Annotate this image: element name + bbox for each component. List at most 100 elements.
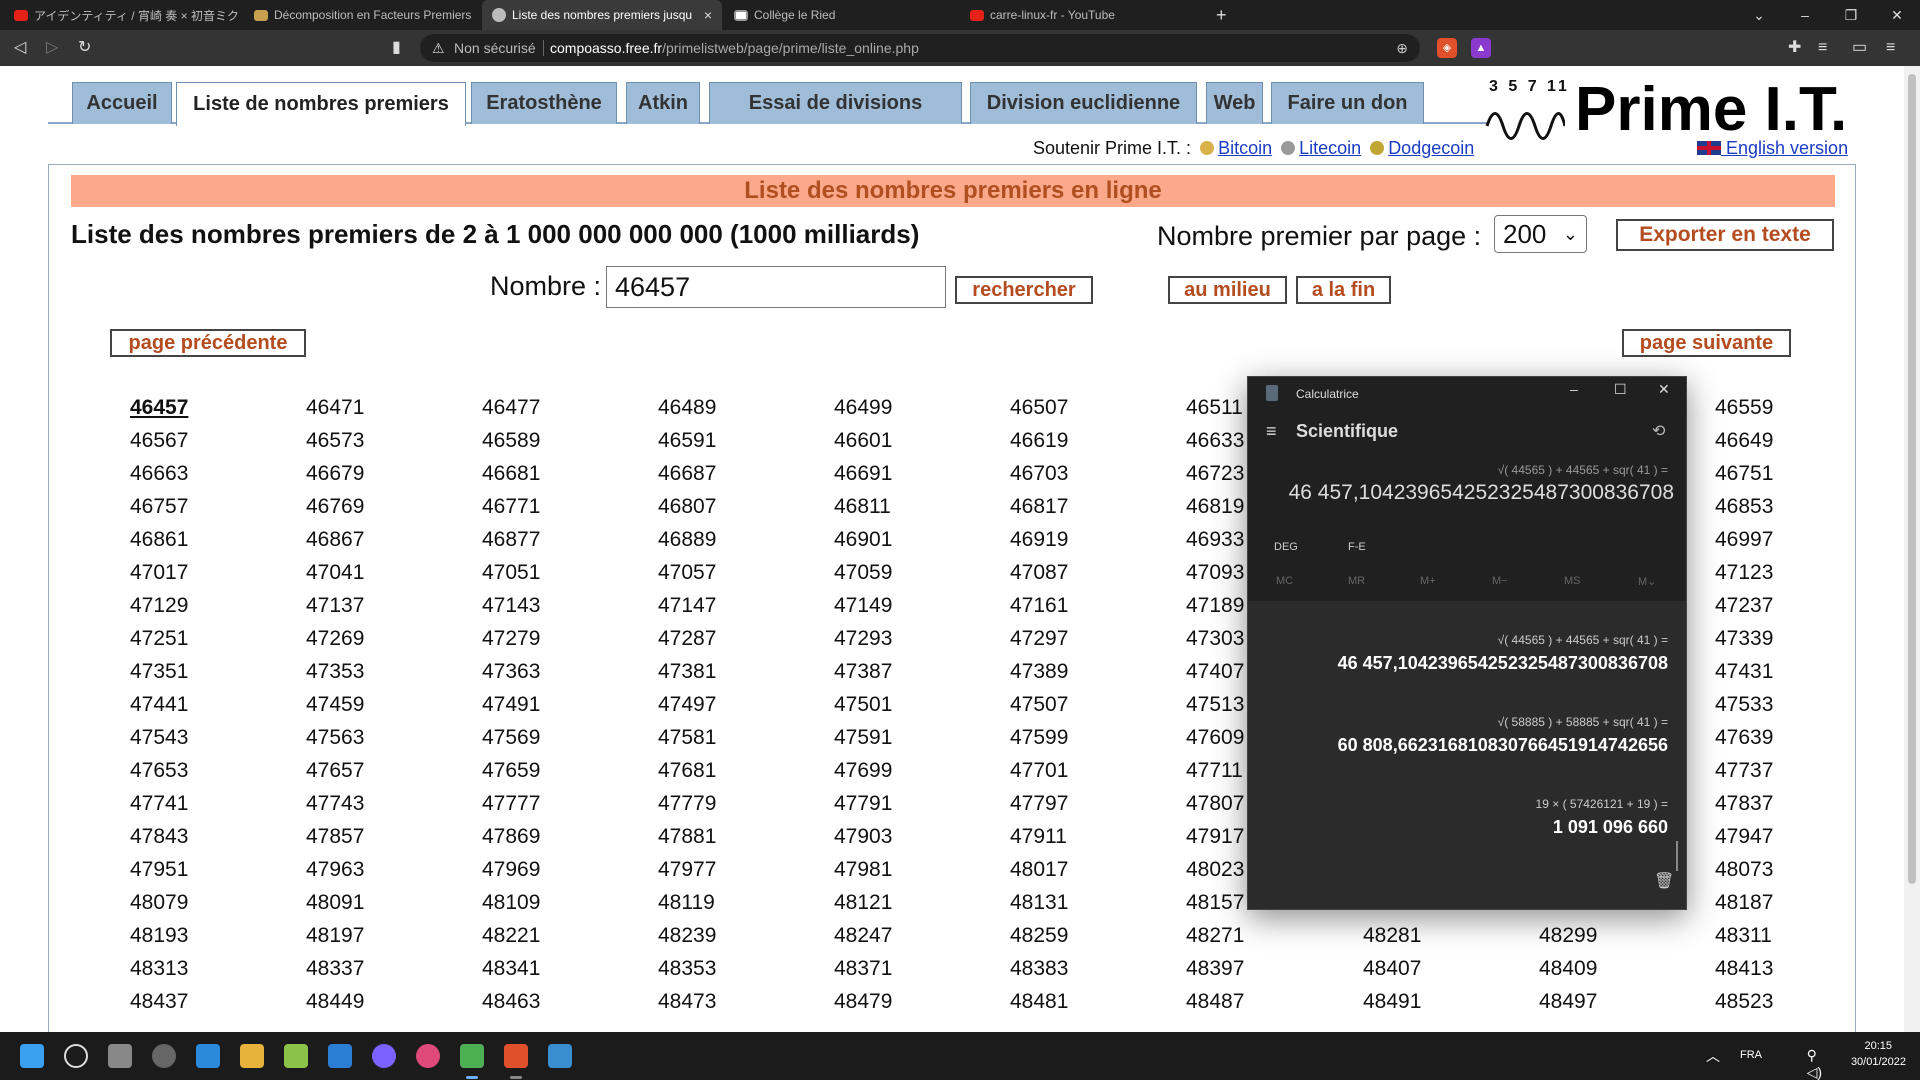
settings-icon[interactable] [152,1044,176,1068]
browser-tab[interactable]: Collège le Ried [724,0,956,30]
vscode-icon[interactable] [328,1044,352,1068]
prime-cell: 47837 [1715,792,1774,815]
tab-title: carre-linux-fr - YouTube [990,8,1115,22]
clock-date[interactable]: 30/01/2022 [1851,1056,1906,1068]
history-expression[interactable]: √( 44565 ) + 44565 + sqr( 41 ) = [1498,633,1668,647]
wallet-icon[interactable]: ▭ [1852,30,1867,66]
nav-tab-don[interactable]: Faire un don [1271,82,1424,124]
windows-start-icon[interactable] [20,1044,44,1068]
prime-cell: 48497 [1539,990,1598,1013]
trash-icon[interactable]: 🗑 [1654,871,1674,891]
store-icon[interactable] [196,1044,220,1068]
memory-store-button[interactable]: MS [1564,575,1581,587]
prime-cell: 46751 [1715,462,1774,485]
search-icon[interactable] [64,1044,88,1068]
scrollbar-thumb[interactable] [1908,74,1916,884]
reload-icon[interactable]: ↻ [78,30,91,66]
prime-cell: 48407 [1363,957,1422,980]
history-result[interactable]: 46 457,104239654252325487300836708 [1338,653,1668,674]
prime-cell: 46499 [834,396,893,419]
design-app-icon[interactable] [416,1044,440,1068]
nav-tab-eratosthene[interactable]: Eratosthène [471,82,617,124]
bookmark-icon[interactable]: ▮ [392,30,401,66]
angle-mode-button[interactable]: DEG [1274,541,1298,553]
tab-search-icon[interactable]: ⌄ [1736,0,1782,30]
previous-page-button[interactable]: page précédente [110,329,306,357]
number-input[interactable]: 46457 [606,266,946,308]
history-result[interactable]: 60 808,662316810830766451914742656 [1338,735,1668,756]
back-icon[interactable]: ◁ [14,30,26,66]
playlist-icon[interactable]: ≡ [1818,30,1827,66]
memory-clear-button[interactable]: MC [1276,575,1293,587]
photos-icon[interactable] [548,1044,572,1068]
nav-tab-atkin[interactable]: Atkin [626,82,700,124]
history-expression[interactable]: 19 × ( 57426121 + 19 ) = [1536,797,1668,811]
litecoin-link[interactable]: Litecoin [1299,138,1361,158]
restore-icon[interactable]: ❐ [1828,0,1874,30]
nav-tab-essai[interactable]: Essai de divisions [709,82,962,124]
dogecoin-link[interactable]: Dodgecoin [1388,138,1474,158]
task-view-icon[interactable] [108,1044,132,1068]
close-icon[interactable]: × [704,7,712,23]
window-controls: ⌄ – ❐ ✕ [1736,0,1920,30]
prime-cell: 46723 [1186,462,1245,485]
history-expression[interactable]: √( 58885 ) + 58885 + sqr( 41 ) = [1498,715,1668,729]
memory-subtract-button[interactable]: M− [1492,575,1508,587]
hamburger-icon[interactable]: ≡ [1266,421,1277,442]
globe-icon [492,8,506,22]
bitcoin-icon [1200,141,1215,155]
clock-time[interactable]: 20:15 [1864,1040,1892,1052]
prime-cell: 46867 [306,528,365,551]
forward-icon[interactable]: ▷ [46,30,58,66]
end-button[interactable]: a la fin [1296,276,1391,304]
address-bar[interactable]: ⚠ Non sécurisé compoasso.free.fr/primeli… [420,34,1420,62]
history-icon[interactable]: ⟲ [1652,421,1665,441]
bitcoin-link[interactable]: Bitcoin [1218,138,1272,158]
prime-cell: 47381 [658,660,717,683]
file-explorer-icon[interactable] [240,1044,264,1068]
extensions-icon[interactable]: ✚ [1788,30,1801,66]
memory-add-button[interactable]: M+ [1420,575,1436,587]
nav-tab-accueil[interactable]: Accueil [72,82,172,124]
fe-button[interactable]: F-E [1348,541,1366,553]
export-button[interactable]: Exporter en texte [1616,219,1834,251]
layers-app-icon[interactable] [284,1044,308,1068]
middle-button[interactable]: au milieu [1168,276,1287,304]
nav-tab-web[interactable]: Web [1206,82,1263,124]
next-page-button[interactable]: page suivante [1622,329,1791,357]
discord-icon[interactable] [372,1044,396,1068]
url-host: compoasso.free.fr [550,40,663,56]
menu-icon[interactable]: ≡ [1886,30,1895,66]
language-indicator[interactable]: FRA [1740,1049,1762,1061]
minimize-icon[interactable]: – [1570,381,1578,397]
wifi-volume-icon[interactable]: ⚲ ◁) [1807,1047,1822,1081]
close-icon[interactable]: ✕ [1658,381,1670,398]
new-tab-button[interactable]: + [1206,0,1236,30]
prime-cell: 47407 [1186,660,1245,683]
history-result[interactable]: 1 091 096 660 [1553,817,1668,838]
nav-tab-division[interactable]: Division euclidienne [970,82,1197,124]
brave-icon[interactable] [504,1044,528,1068]
brave-shield-icon[interactable]: ◈ [1437,38,1457,58]
minimize-icon[interactable]: – [1782,0,1828,30]
browser-tab[interactable]: アイデンティティ / 宵崎 奏 × 初音ミク [4,0,242,30]
browser-tab[interactable]: Décomposition en Facteurs Premiers [244,0,478,30]
english-version-link[interactable]: English version [1697,138,1848,159]
nav-tab-liste[interactable]: Liste de nombres premiers [176,82,466,126]
chevron-up-icon[interactable]: ︿ [1706,1046,1720,1066]
prime-cell: 47869 [482,825,541,848]
search-button[interactable]: rechercher [955,276,1093,304]
memory-recall-button[interactable]: MR [1348,575,1365,587]
zoom-icon[interactable]: ⊕ [1396,34,1408,62]
brave-rewards-icon[interactable]: ▲ [1471,38,1491,58]
history-scrollbar[interactable] [1676,841,1678,871]
browser-tab[interactable]: carre-linux-fr - YouTube [960,0,1200,30]
browser-tab-active[interactable]: Liste des nombres premiers jusqu × [482,0,722,30]
per-page-select[interactable]: 200 ⌄ [1494,215,1587,253]
prime-cell: 47497 [658,693,717,716]
memory-list-button[interactable]: M⌄ [1638,575,1656,588]
calculator-taskbar-icon[interactable] [460,1044,484,1068]
maximize-icon[interactable]: ☐ [1614,381,1627,398]
close-window-icon[interactable]: ✕ [1874,0,1920,30]
page-scrollbar[interactable] [1904,66,1920,1032]
